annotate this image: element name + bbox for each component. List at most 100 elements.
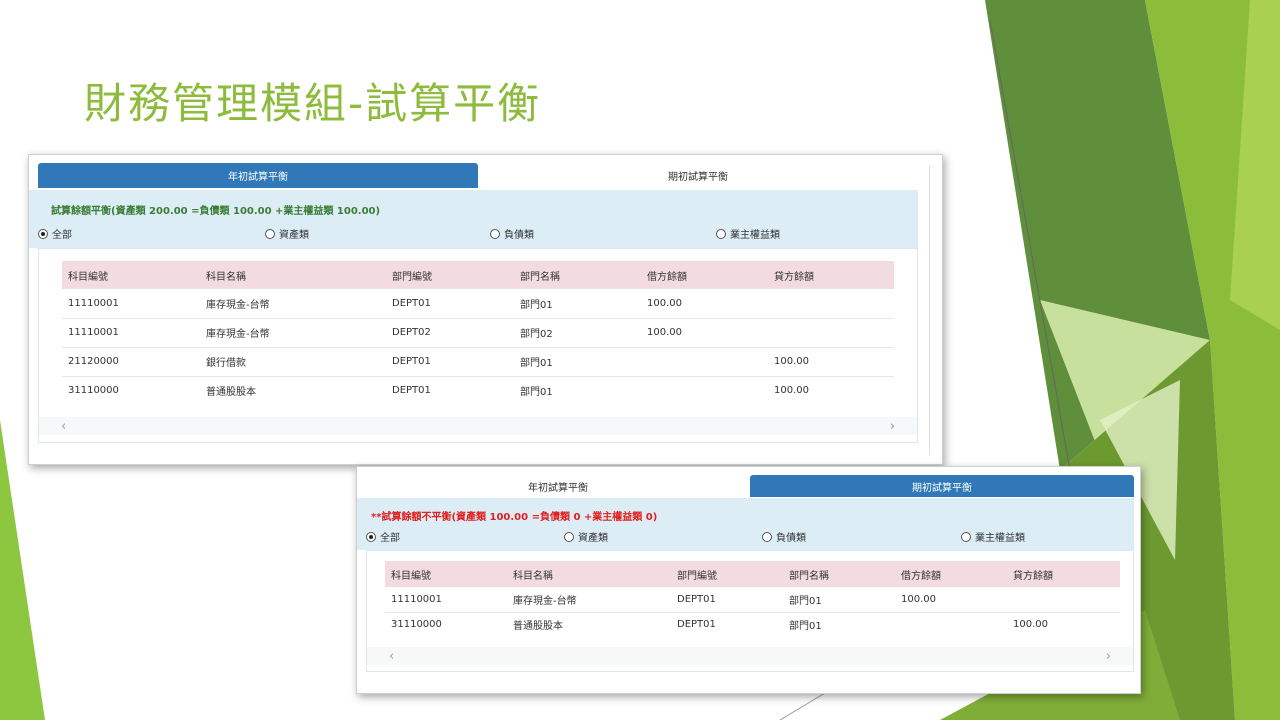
screenshot-opening-trial-balance: 年初試算平衡 期初試算平衡 試算餘額平衡(資產類 200.00 =負債類 100… bbox=[28, 154, 943, 465]
table-row[interactable]: 11110001 庫存現金-台幣 DEPT02 部門02 100.00 bbox=[62, 318, 894, 348]
filter-label: 全部 bbox=[52, 230, 72, 241]
tab-period-opening[interactable]: 期初試算平衡 bbox=[478, 163, 918, 188]
cell-account-name: 銀行借款 bbox=[200, 347, 386, 377]
account-grid: 科目編號 科目名稱 部門編號 部門名稱 借方餘額 貸方餘額 11110001 庫… bbox=[366, 550, 1134, 672]
tab-year-opening[interactable]: 年初試算平衡 bbox=[366, 475, 750, 497]
filter-assets[interactable]: 資產類 bbox=[564, 529, 608, 544]
radio-icon bbox=[564, 531, 574, 542]
radio-icon bbox=[490, 228, 500, 239]
cell-dept-code: DEPT01 bbox=[386, 289, 514, 319]
col-credit-balance[interactable]: 貸方餘額 bbox=[1007, 561, 1120, 587]
cell-credit: 100.00 bbox=[768, 347, 894, 377]
filter-label: 資產類 bbox=[279, 230, 309, 241]
horizontal-scrollbar[interactable]: ‹ › bbox=[367, 647, 1133, 665]
table-row[interactable]: 21120000 銀行借款 DEPT01 部門01 100.00 bbox=[62, 347, 894, 377]
filter-label: 全部 bbox=[380, 533, 400, 544]
filter-panel-edge bbox=[29, 190, 38, 248]
radio-icon bbox=[961, 531, 971, 542]
cell-dept-name: 部門01 bbox=[514, 347, 641, 377]
cell-account-code: 31110000 bbox=[391, 619, 442, 631]
cell-account-code: 31110000 bbox=[68, 385, 119, 397]
table-row[interactable]: 31110000 普通股股本 DEPT01 部門01 100.00 bbox=[385, 612, 1120, 637]
cell-debit bbox=[641, 347, 768, 377]
col-dept-code[interactable]: 部門編號 bbox=[671, 561, 783, 587]
tab-bar: 年初試算平衡 期初試算平衡 bbox=[366, 475, 1134, 497]
cell-dept-name: 部門01 bbox=[789, 621, 822, 633]
cell-account-code: 11110001 bbox=[62, 289, 200, 319]
col-account-name[interactable]: 科目名稱 bbox=[200, 261, 386, 289]
filter-all[interactable]: 全部 bbox=[366, 529, 400, 544]
cell-dept-name: 部門01 bbox=[783, 587, 895, 613]
account-table: 科目編號 科目名稱 部門編號 部門名稱 借方餘額 貸方餘額 11110001 庫… bbox=[62, 261, 894, 405]
filter-equity[interactable]: 業主權益類 bbox=[716, 226, 780, 241]
cell-dept-code: DEPT02 bbox=[386, 318, 514, 348]
cell-account-code: 21120000 bbox=[62, 347, 200, 377]
radio-checked-icon bbox=[366, 531, 376, 542]
cell-dept-name: 部門01 bbox=[514, 289, 641, 319]
balance-summary: **試算餘額不平衡(資產類 100.00 =負債類 0 +業主權益類 0) bbox=[371, 512, 658, 523]
horizontal-scrollbar[interactable]: ‹ › bbox=[39, 417, 917, 435]
scroll-left-icon[interactable]: ‹ bbox=[389, 649, 394, 664]
cell-credit: 100.00 bbox=[1013, 619, 1048, 631]
radio-icon bbox=[716, 228, 726, 239]
scroll-right-icon[interactable]: › bbox=[1106, 649, 1111, 664]
tab-year-opening[interactable]: 年初試算平衡 bbox=[38, 163, 478, 188]
slide-title: 財務管理模組-試算平衡 bbox=[84, 79, 542, 128]
filter-liabilities[interactable]: 負債類 bbox=[490, 226, 534, 241]
cell-account-code: 11110001 bbox=[62, 318, 200, 348]
cell-account-name: 庫存現金-台幣 bbox=[200, 289, 386, 319]
col-debit-balance[interactable]: 借方餘額 bbox=[641, 261, 768, 289]
account-grid: 科目編號 科目名稱 部門編號 部門名稱 借方餘額 貸方餘額 11110001 庫… bbox=[38, 248, 918, 443]
cell-account-code: 11110001 bbox=[385, 587, 507, 613]
cell-account-name: 普通股股本 bbox=[206, 387, 256, 399]
cell-debit: 100.00 bbox=[641, 289, 768, 319]
col-dept-code[interactable]: 部門編號 bbox=[386, 261, 514, 289]
scroll-left-icon[interactable]: ‹ bbox=[61, 419, 66, 434]
col-debit-balance[interactable]: 借方餘額 bbox=[895, 561, 1007, 587]
filter-label: 業主權益類 bbox=[975, 533, 1025, 544]
radio-icon bbox=[762, 531, 772, 542]
vertical-divider bbox=[929, 165, 930, 455]
deco-left-strip bbox=[0, 420, 45, 720]
table-row[interactable]: 11110001 庫存現金-台幣 DEPT01 部門01 100.00 bbox=[62, 289, 894, 319]
cell-debit bbox=[895, 612, 1007, 637]
filter-label: 業主權益類 bbox=[730, 230, 780, 241]
cell-credit bbox=[768, 318, 894, 348]
cell-credit bbox=[768, 289, 894, 319]
table-row[interactable]: 31110000 普通股股本 DEPT01 部門01 100.00 bbox=[62, 376, 894, 405]
tab-period-opening[interactable]: 期初試算平衡 bbox=[750, 475, 1134, 497]
cell-debit: 100.00 bbox=[895, 587, 1007, 613]
col-credit-balance[interactable]: 貸方餘額 bbox=[768, 261, 894, 289]
scroll-right-icon[interactable]: › bbox=[890, 419, 895, 434]
cell-dept-code: DEPT01 bbox=[392, 385, 431, 397]
col-account-code[interactable]: 科目編號 bbox=[62, 261, 200, 289]
col-account-name[interactable]: 科目名稱 bbox=[507, 561, 671, 587]
radio-checked-icon bbox=[38, 228, 48, 239]
col-dept-name[interactable]: 部門名稱 bbox=[514, 261, 641, 289]
filter-liabilities[interactable]: 負債類 bbox=[762, 529, 806, 544]
radio-icon bbox=[265, 228, 275, 239]
filter-label: 負債類 bbox=[504, 230, 534, 241]
balance-summary: 試算餘額平衡(資產類 200.00 =負債類 100.00 +業主權益類 100… bbox=[51, 206, 381, 217]
cell-debit bbox=[641, 376, 768, 405]
filter-label: 資產類 bbox=[578, 533, 608, 544]
filter-all[interactable]: 全部 bbox=[38, 226, 72, 241]
cell-account-name: 庫存現金-台幣 bbox=[200, 318, 386, 348]
screenshot-period-trial-balance: 年初試算平衡 期初試算平衡 **試算餘額不平衡(資產類 100.00 =負債類 … bbox=[356, 466, 1141, 694]
filter-panel-edge bbox=[357, 498, 366, 550]
filter-assets[interactable]: 資產類 bbox=[265, 226, 309, 241]
account-table: 科目編號 科目名稱 部門編號 部門名稱 借方餘額 貸方餘額 11110001 庫… bbox=[385, 561, 1120, 637]
col-account-code[interactable]: 科目編號 bbox=[385, 561, 507, 587]
deco-line-bottom bbox=[779, 689, 831, 720]
cell-account-name: 庫存現金-台幣 bbox=[507, 587, 671, 613]
table-header-row: 科目編號 科目名稱 部門編號 部門名稱 借方餘額 貸方餘額 bbox=[62, 261, 894, 289]
cell-account-name: 普通股股本 bbox=[513, 621, 563, 633]
table-row[interactable]: 11110001 庫存現金-台幣 DEPT01 部門01 100.00 bbox=[385, 587, 1120, 613]
table-header-row: 科目編號 科目名稱 部門編號 部門名稱 借方餘額 貸方餘額 bbox=[385, 561, 1120, 587]
cell-dept-code: DEPT01 bbox=[386, 347, 514, 377]
cell-dept-code: DEPT01 bbox=[677, 619, 716, 631]
tab-bar: 年初試算平衡 期初試算平衡 bbox=[38, 163, 918, 188]
filter-equity[interactable]: 業主權益類 bbox=[961, 529, 1025, 544]
cell-dept-code: DEPT01 bbox=[671, 587, 783, 613]
col-dept-name[interactable]: 部門名稱 bbox=[783, 561, 895, 587]
